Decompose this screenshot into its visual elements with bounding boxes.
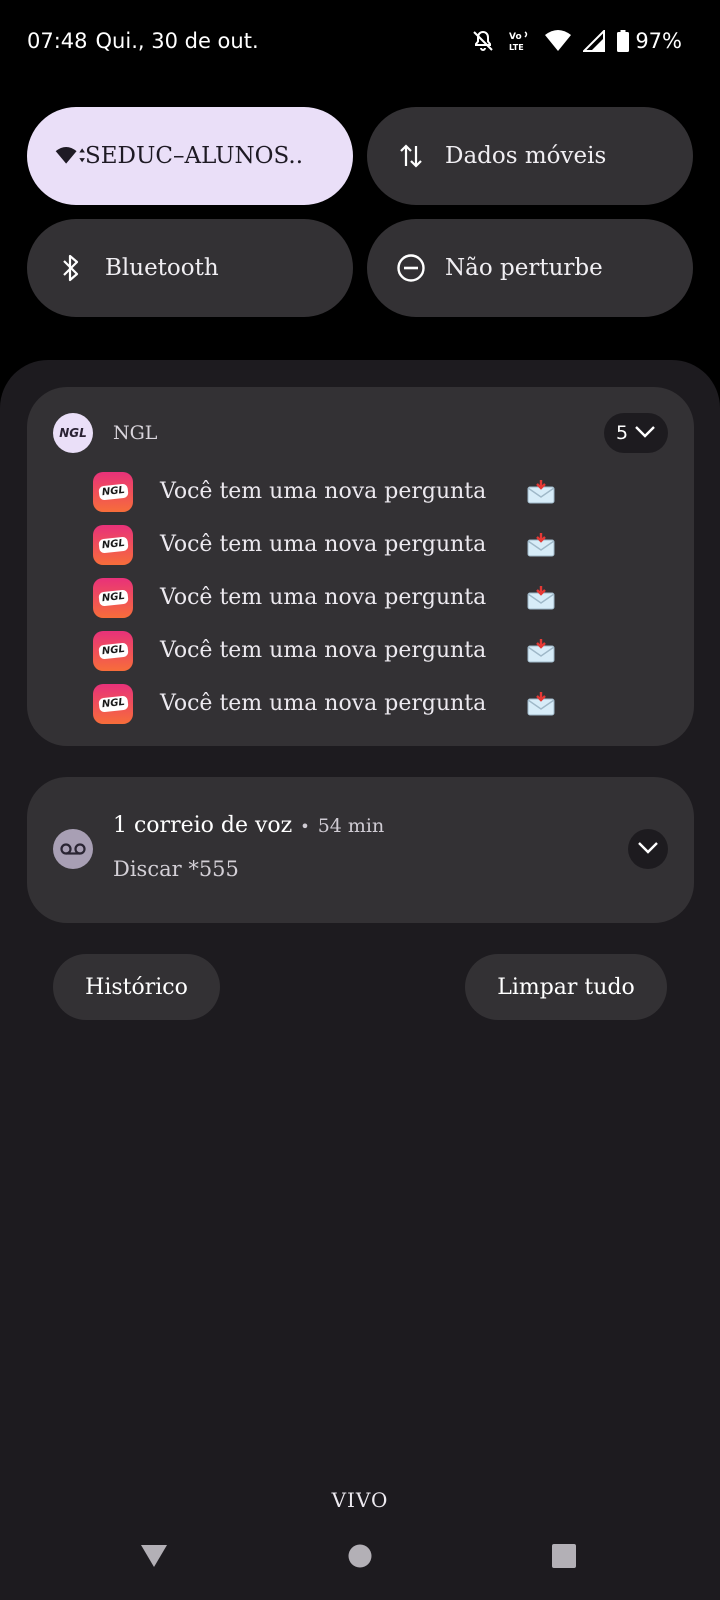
voicemail-expand-button[interactable] xyxy=(628,829,668,869)
incoming-envelope-icon xyxy=(527,585,555,610)
list-item[interactable]: NGL Você tem uma nova pergunta xyxy=(93,571,555,624)
chevron-down-icon xyxy=(634,422,656,444)
incoming-envelope-icon xyxy=(527,638,555,663)
recents-square-icon xyxy=(551,1543,577,1573)
tile-wifi[interactable]: SEDUC–ALUNOS.. xyxy=(27,107,353,205)
nav-recents-button[interactable] xyxy=(534,1528,594,1588)
incoming-envelope-icon xyxy=(527,479,555,504)
tile-bluetooth[interactable]: Bluetooth xyxy=(27,219,353,317)
ngl-badge-icon: NGL xyxy=(93,524,133,565)
ngl-header: NGL NGL xyxy=(53,413,157,453)
list-item[interactable]: NGL Você tem uma nova pergunta xyxy=(93,677,555,730)
ngl-message-text: Você tem uma nova pergunta xyxy=(160,532,487,557)
ngl-message-text: Você tem uma nova pergunta xyxy=(160,479,487,504)
history-button[interactable]: Histórico xyxy=(53,954,220,1020)
tile-mobile-data-label: Dados móveis xyxy=(445,143,607,169)
status-date: Qui., 30 de out. xyxy=(95,29,259,53)
list-item[interactable]: NGL Você tem uma nova pergunta xyxy=(93,624,555,677)
chevron-down-icon xyxy=(637,840,659,859)
status-time-date: 07:48 Qui., 30 de out. xyxy=(27,29,259,53)
ngl-count: 5 xyxy=(615,422,629,444)
ngl-message-text: Você tem uma nova pergunta xyxy=(160,585,487,610)
list-item[interactable]: NGL Você tem uma nova pergunta xyxy=(93,465,555,518)
ngl-message-text: Você tem uma nova pergunta xyxy=(160,638,487,663)
wifi-status-icon xyxy=(545,30,572,52)
svg-text:Vo: Vo xyxy=(509,32,522,42)
ngl-app-name: NGL xyxy=(113,422,158,444)
tile-wifi-label: SEDUC–ALUNOS.. xyxy=(85,143,304,169)
battery-percentage: 97% xyxy=(635,29,682,53)
ngl-app-icon: NGL xyxy=(53,413,93,453)
do-not-disturb-icon xyxy=(395,253,427,283)
navigation-bar xyxy=(0,1528,720,1588)
battery-icon xyxy=(617,30,630,52)
status-icons: Vo LTE 97% xyxy=(471,28,682,54)
bell-off-icon xyxy=(471,29,495,53)
ngl-badge-icon: NGL xyxy=(93,630,133,671)
back-triangle-icon xyxy=(139,1543,169,1573)
ngl-message-list: NGL Você tem uma nova pergunta NGL Você … xyxy=(93,465,555,730)
ngl-message-text: Você tem uma nova pergunta xyxy=(160,691,487,716)
volte-icon: Vo LTE xyxy=(507,28,533,54)
ngl-badge-icon: NGL xyxy=(93,683,133,724)
tile-do-not-disturb[interactable]: Não perturbe xyxy=(367,219,693,317)
voicemail-title-row: 1 correio de voz • 54 min xyxy=(113,813,384,838)
bluetooth-icon xyxy=(55,253,87,283)
svg-text:LTE: LTE xyxy=(509,43,524,52)
signal-icon xyxy=(583,30,606,52)
status-time: 07:48 xyxy=(27,29,88,53)
ngl-expand-chip[interactable]: 5 xyxy=(604,413,668,453)
list-item[interactable]: NGL Você tem uma nova pergunta xyxy=(93,518,555,571)
tile-do-not-disturb-label: Não perturbe xyxy=(445,255,603,281)
tile-bluetooth-label: Bluetooth xyxy=(105,255,219,281)
home-circle-icon xyxy=(347,1543,373,1573)
voicemail-subtitle: Discar *555 xyxy=(113,857,239,881)
wifi-icon xyxy=(55,141,87,171)
incoming-envelope-icon xyxy=(527,691,555,716)
carrier-label: VIVO xyxy=(331,1488,389,1512)
clear-all-button[interactable]: Limpar tudo xyxy=(465,954,667,1020)
quick-settings-tiles: SEDUC–ALUNOS.. Dados móveis Bluetooth Nã… xyxy=(27,107,694,317)
incoming-envelope-icon xyxy=(527,532,555,557)
voicemail-notification[interactable]: 1 correio de voz • 54 min Discar *555 xyxy=(27,777,694,923)
ngl-notification-group[interactable]: NGL NGL 5 NGL Você tem uma nova pergunta… xyxy=(27,387,694,746)
mobile-data-icon xyxy=(395,142,427,170)
tile-mobile-data[interactable]: Dados móveis xyxy=(367,107,693,205)
voicemail-icon xyxy=(53,829,93,869)
nav-back-button[interactable] xyxy=(124,1528,184,1588)
voicemail-separator: • xyxy=(300,817,310,836)
ngl-badge-icon: NGL xyxy=(93,577,133,618)
nav-home-button[interactable] xyxy=(330,1528,390,1588)
voicemail-title: 1 correio de voz xyxy=(113,813,293,838)
ngl-badge-icon: NGL xyxy=(93,471,133,512)
status-bar: 07:48 Qui., 30 de out. Vo LTE 97% xyxy=(0,0,720,82)
voicemail-time: 54 min xyxy=(317,815,385,837)
